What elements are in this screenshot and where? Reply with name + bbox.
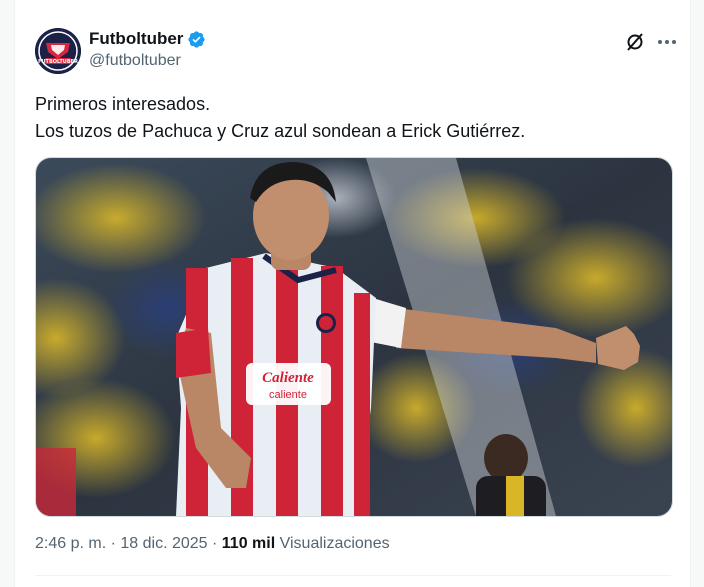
meta-separator: · bbox=[106, 535, 121, 552]
jersey-sponsor-subtext: caliente bbox=[269, 389, 307, 401]
author-handle[interactable]: @futboltuber bbox=[89, 52, 206, 70]
display-name[interactable]: Futboltuber bbox=[89, 29, 183, 49]
meta-separator: · bbox=[207, 535, 222, 552]
views-label: Visualizaciones bbox=[275, 535, 390, 552]
grok-icon[interactable] bbox=[623, 30, 647, 54]
more-horizontal-icon[interactable] bbox=[655, 30, 679, 54]
avatar[interactable]: FUTBOLTUBER bbox=[35, 28, 81, 74]
tweet-time[interactable]: 2:46 p. m. bbox=[35, 535, 106, 552]
avatar-logo-text: FUTBOLTUBER bbox=[38, 59, 78, 65]
player-photo: Caliente caliente bbox=[36, 158, 672, 516]
tweet-text-line: Los tuzos de Pachuca y Cruz azul sondean… bbox=[35, 121, 526, 141]
jersey-sponsor-text: Caliente bbox=[262, 370, 314, 386]
author-names: Futboltuber @futboltuber bbox=[89, 29, 206, 70]
tweet-text-line: Primeros interesados. bbox=[35, 94, 211, 114]
views-count[interactable]: 110 mil bbox=[222, 535, 275, 552]
tweet-card: FUTBOLTUBER Futboltuber @futboltuber Pri… bbox=[14, 0, 691, 587]
verified-badge-icon bbox=[187, 30, 206, 49]
divider bbox=[35, 575, 671, 576]
futboltuber-logo-icon: FUTBOLTUBER bbox=[35, 28, 81, 74]
tweet-text: Primeros interesados. Los tuzos de Pachu… bbox=[35, 91, 665, 145]
tweet-meta: 2:46 p. m. · 18 dic. 2025 · 110 mil Visu… bbox=[35, 535, 390, 553]
tweet-header: FUTBOLTUBER Futboltuber @futboltuber bbox=[35, 26, 676, 78]
tweet-date[interactable]: 18 dic. 2025 bbox=[120, 535, 207, 552]
tweet-photo[interactable]: Caliente caliente bbox=[35, 157, 673, 517]
display-name-row: Futboltuber bbox=[89, 29, 206, 49]
